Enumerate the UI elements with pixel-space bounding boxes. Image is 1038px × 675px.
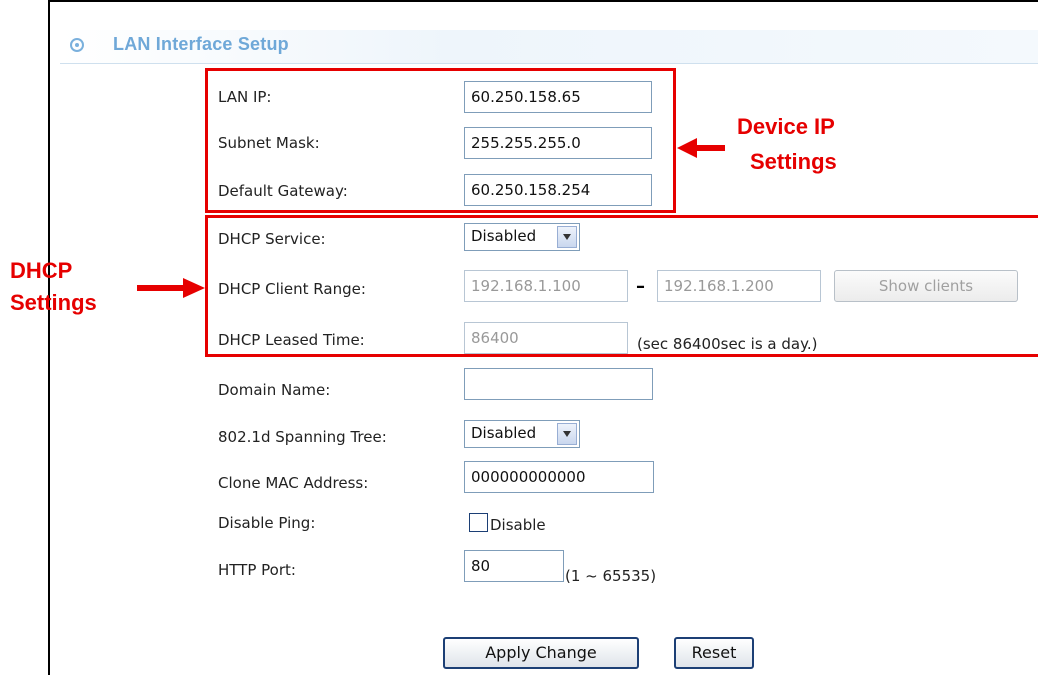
page-title: LAN Interface Setup (113, 34, 289, 54)
dhcp-annotation-line1: DHCP (10, 258, 73, 283)
dhcp-leased-time-label: DHCP Leased Time: (218, 331, 365, 349)
section-header: LAN Interface Setup (60, 30, 1038, 64)
subnet-mask-label: Subnet Mask: (218, 134, 320, 152)
dhcp-service-selected: Disabled (471, 227, 537, 245)
disable-ping-checkbox-label: Disable (490, 516, 546, 534)
dhcp-range-start-input[interactable]: 192.168.1.100 (464, 270, 628, 302)
spanning-tree-selected: Disabled (471, 424, 537, 442)
disable-ping-checkbox[interactable] (469, 513, 488, 532)
spanning-tree-select[interactable]: Disabled (464, 420, 580, 448)
default-gateway-input[interactable]: 60.250.158.254 (464, 174, 652, 206)
clone-mac-label: Clone MAC Address: (218, 474, 369, 492)
frame-top-border (48, 0, 1038, 2)
dhcp-service-select[interactable]: Disabled (464, 223, 580, 251)
frame-left-border (48, 0, 50, 675)
dhcp-range-separator: – (636, 276, 645, 297)
domain-name-input[interactable] (464, 368, 653, 400)
show-clients-button[interactable]: Show clients (834, 270, 1018, 302)
device-ip-annotation-line2: Settings (750, 149, 837, 174)
subnet-mask-input[interactable]: 255.255.255.0 (464, 127, 652, 159)
apply-change-button[interactable]: Apply Change (443, 637, 639, 669)
dhcp-leased-time-hint: (sec 86400sec is a day.) (637, 335, 818, 353)
disable-ping-label: Disable Ping: (218, 514, 316, 532)
dhcp-annotation-line2: Settings (10, 290, 97, 315)
domain-name-label: Domain Name: (218, 381, 331, 399)
reset-button[interactable]: Reset (674, 637, 754, 669)
http-port-input[interactable]: 80 (464, 550, 564, 582)
device-ip-arrow (677, 138, 725, 158)
dhcp-client-range-label: DHCP Client Range: (218, 280, 366, 298)
http-port-hint: (1 ~ 65535) (565, 567, 657, 585)
dhcp-arrow (137, 278, 205, 298)
dhcp-leased-time-input[interactable]: 86400 (464, 322, 628, 354)
chevron-down-icon[interactable] (557, 423, 577, 445)
dhcp-range-end-input[interactable]: 192.168.1.200 (657, 270, 821, 302)
device-ip-annotation-line1: Device IP (737, 114, 835, 139)
chevron-down-icon[interactable] (557, 226, 577, 248)
lan-ip-input[interactable]: 60.250.158.65 (464, 81, 652, 113)
radio-circle-icon (70, 38, 84, 52)
default-gateway-label: Default Gateway: (218, 182, 348, 200)
dhcp-service-label: DHCP Service: (218, 230, 326, 248)
spanning-tree-label: 802.1d Spanning Tree: (218, 428, 387, 446)
http-port-label: HTTP Port: (218, 561, 296, 579)
clone-mac-input[interactable]: 000000000000 (464, 461, 654, 493)
lan-ip-label: LAN IP: (218, 88, 272, 106)
